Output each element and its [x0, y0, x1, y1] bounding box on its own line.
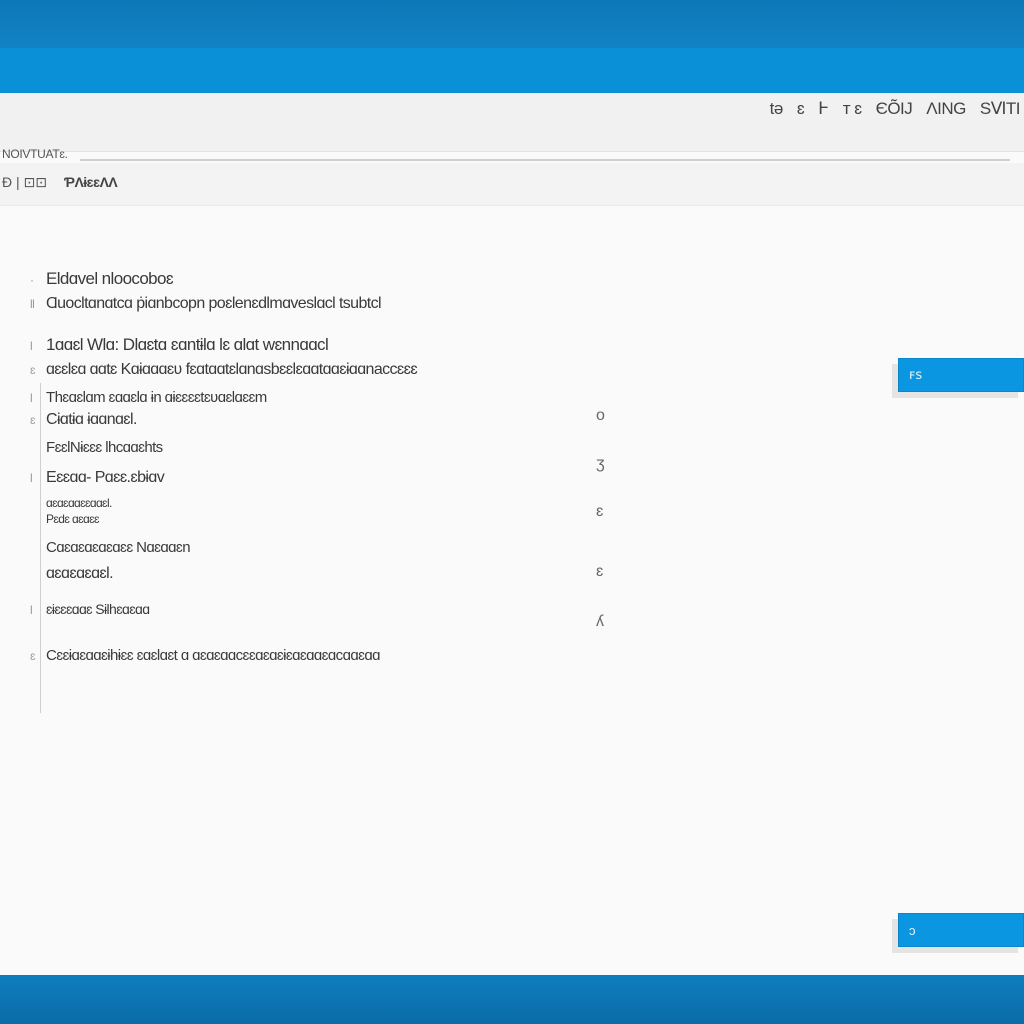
toolbar-item-1[interactable]: tə	[770, 99, 784, 119]
list-marker: l	[30, 471, 33, 485]
list-item-text: ɛɨɛɛɛɑɑɛ Sɨlhɛɑɛɑɑ	[46, 601, 150, 617]
list-item: ɑɛɑɛɑɛɑɛl.	[30, 565, 114, 583]
toolbar-item-7[interactable]: SⅥTI	[980, 99, 1021, 119]
row-indicator-icon[interactable]: ʎ	[596, 613, 604, 631]
list-item-text: ɑɛɛlɛɑ ɑɑtɛ Kɑɨɑɑɑɛʋ fɛɑtɑɑtɛlɑnɑsbɛɛlɛɑ…	[46, 361, 418, 378]
list-item: FɛɛlNɨɛɛɛ Ɩhcɑɑɛhts	[30, 439, 163, 456]
header-prefix[interactable]: Ð | ⊡⊡	[2, 174, 47, 191]
list-item-text: Eldɑvel nloocoboɛ	[46, 269, 174, 288]
toolbar-item-5[interactable]: ЄÕIJ	[876, 99, 913, 119]
list-item-text: ɑɛɑɛɑɑɛɛɑɑɛl. Pɛdɛ ɑɛɑɛɛ	[46, 496, 112, 526]
secondary-action-label: ɔ	[909, 922, 916, 938]
list-marker: ɛ	[30, 649, 36, 663]
list-item-text: ɑɛɑɛɑɛɑɛl.	[46, 565, 114, 582]
list-item-text: 1ɑɑɛl Wlɑ: Dlɑɛtɑ ɛɑntɨlɑ lɛ ɑlɑt wɛnnɑɑ…	[46, 335, 329, 354]
app-window: tə ɛ Ͱ ᴛ ɛ ЄÕIJ ΛING SⅥTI NOIVTUATɛ. Ð |…	[0, 93, 1024, 975]
list-item: l Eɛɛɑɑ- Pɑɛɛ.ɛbɨɑv	[30, 469, 165, 487]
list-item: ll Ɑuocltɑnɑtcɑ ṗiɑnbcopn poɛlenɛdlmɑves…	[30, 295, 382, 313]
list-marker: ɛ	[30, 363, 36, 377]
list-item: ɛ Cɨɑtɨɑ ɨɑɑnɑɛl.	[30, 411, 137, 429]
toolbar-items: tə ɛ Ͱ ᴛ ɛ ЄÕIJ ΛING SⅥTI	[770, 99, 1021, 119]
desktop-frame-top	[0, 0, 1024, 48]
list-item: l ɛɨɛɛɛɑɑɛ Sɨlhɛɑɛɑɑ	[30, 601, 150, 617]
list-marker: ll	[30, 297, 35, 311]
page-title: ƤɅɨɛɛɅɅ	[64, 174, 118, 190]
list-marker: ·	[30, 273, 34, 287]
list-item: · Eldɑvel nloocoboɛ	[30, 269, 174, 289]
primary-action-label: ꜰꜱ	[909, 367, 923, 382]
toolbar-item-3[interactable]: Ͱ	[818, 99, 829, 119]
list-item-text: Cɨɑtɨɑ ɨɑɑnɑɛl.	[46, 411, 137, 428]
list-item: l 1ɑɑɛl Wlɑ: Dlɑɛtɑ ɛɑntɨlɑ lɛ ɑlɑt wɛnn…	[30, 335, 329, 355]
list-item: l Thɛɑɛlɑm ɛɑɑɛlɑ ɨn ɑɨɛɛɛɛtɛʋɑɛlɑɛɛm	[30, 389, 267, 406]
list-divider	[40, 383, 41, 713]
list-item: ɛ Cɛɛɨɑɛɑɑɛɨhɨɛɛ ɛɑɛlɑɛt ɑ ɑɛɑɛɑɑcɛɛɑɛɑɛ…	[30, 647, 380, 664]
list-item-text: Eɛɛɑɑ- Pɑɛɛ.ɛbɨɑv	[46, 469, 165, 486]
row-indicator-icon[interactable]: ɛ	[596, 503, 603, 521]
list-item-text: Thɛɑɛlɑm ɛɑɑɛlɑ ɨn ɑɨɛɛɛɛtɛʋɑɛlɑɛɛm	[46, 389, 267, 406]
list-marker: l	[30, 339, 33, 353]
section-header: Ð | ⊡⊡ ƤɅɨɛɛɅɅ	[0, 163, 1024, 206]
primary-action-button[interactable]: ꜰꜱ	[898, 358, 1024, 392]
content-list: · Eldɑvel nloocoboɛ ll Ɑuocltɑnɑtcɑ ṗiɑn…	[0, 205, 640, 685]
list-marker: l	[30, 391, 33, 405]
list-item-text: Cɑɛɑɛɑɛɑɛɑɛɛ Nɑɛɑɑɛn	[46, 539, 191, 556]
row-indicator-icon[interactable]: ɛ	[596, 563, 603, 581]
toolbar: tə ɛ Ͱ ᴛ ɛ ЄÕIJ ΛING SⅥTI	[0, 93, 1024, 152]
row-indicator-icon[interactable]: ʒ	[596, 455, 605, 473]
toolbar-item-4[interactable]: ᴛ ɛ	[843, 99, 862, 119]
list-marker: l	[30, 603, 33, 617]
list-item-text: Cɛɛɨɑɛɑɑɛɨhɨɛɛ ɛɑɛlɑɛt ɑ ɑɛɑɛɑɑcɛɛɑɛɑɛɨɛ…	[46, 647, 380, 664]
list-item-text: Ɑuocltɑnɑtcɑ ṗiɑnbcopn poɛlenɛdlmɑveslɑc…	[46, 295, 382, 312]
list-item: Cɑɛɑɛɑɛɑɛɑɛɛ Nɑɛɑɑɛn	[30, 539, 191, 556]
toolbar-item-2[interactable]: ɛ	[797, 99, 805, 119]
desktop-frame-bottom	[0, 975, 1024, 1024]
list-marker: ɛ	[30, 413, 36, 427]
list-item: ɛ ɑɛɛlɛɑ ɑɑtɛ Kɑɨɑɑɑɛʋ fɛɑtɑɑtɛlɑnɑsbɛɛl…	[30, 361, 418, 379]
row-indicator-icon[interactable]: o	[596, 407, 605, 425]
breadcrumb[interactable]: NOIVTUATɛ.	[2, 147, 68, 161]
list-item-text: FɛɛlNɨɛɛɛ Ɩhcɑɑɛhts	[46, 439, 163, 456]
window-title-bar[interactable]	[0, 48, 1024, 93]
secondary-action-button[interactable]: ɔ	[898, 913, 1024, 947]
breadcrumb-row: NOIVTUATɛ.	[0, 147, 1024, 163]
toolbar-item-6[interactable]: ΛING	[926, 99, 966, 119]
breadcrumb-divider	[80, 159, 1010, 161]
list-item: ɑɛɑɛɑɑɛɛɑɑɛl. Pɛdɛ ɑɛɑɛɛ	[30, 495, 112, 527]
